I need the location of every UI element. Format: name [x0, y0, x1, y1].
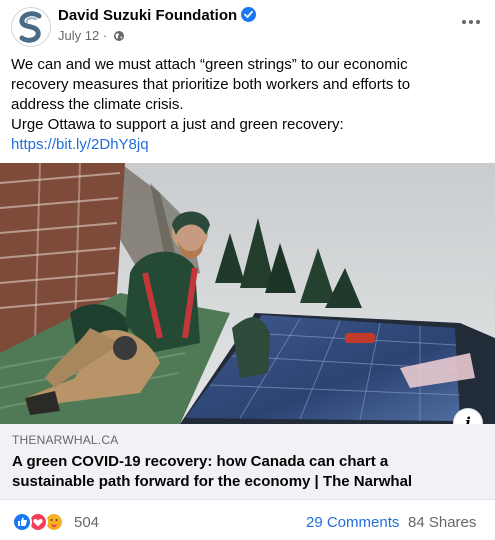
post-message: We can and we must attach “green strings… [11, 55, 485, 155]
reaction-count[interactable]: 504 [74, 514, 99, 531]
post-text-line: We can and we must attach “green strings… [11, 56, 408, 73]
post-text-line: recovery measures that prioritize both w… [11, 76, 411, 93]
link-title-line: A green COVID-19 recovery: how Canada ca… [12, 453, 389, 470]
post-date[interactable]: July 12 [58, 28, 99, 43]
more-options-icon[interactable] [459, 12, 483, 32]
post-meta: July 12 · [58, 28, 125, 43]
like-reaction-icon [12, 512, 32, 532]
page-avatar[interactable] [11, 7, 51, 47]
link-preview-image[interactable]: i [0, 163, 495, 424]
link-title-line: sustainable path forward for the economy… [12, 473, 413, 490]
engagement-bar: 504 29 Comments 84 Shares [0, 499, 495, 540]
page-name[interactable]: David Suzuki Foundation [58, 7, 257, 24]
info-label: i [465, 414, 471, 424]
verified-badge-icon [241, 7, 257, 22]
link-domain: THENARWHAL.CA [12, 433, 119, 447]
post-header: David Suzuki Foundation July 12 · [0, 0, 495, 52]
page-name-text[interactable]: David Suzuki Foundation [58, 7, 237, 24]
foundation-logo-icon [14, 10, 48, 44]
globe-icon[interactable] [113, 30, 125, 42]
post-text-line: address the climate crisis. [11, 96, 184, 113]
comments-link[interactable]: 29 Comments [306, 514, 399, 531]
link-title[interactable]: A green COVID-19 recovery: how Canada ca… [12, 452, 487, 492]
shares-link[interactable]: 84 Shares [408, 514, 476, 531]
post-text-line: Urge Ottawa to support a just and green … [11, 116, 344, 133]
meta-separator: · [102, 28, 108, 43]
link-preview-card[interactable]: THENARWHAL.CA A green COVID-19 recovery:… [0, 424, 495, 499]
post-link[interactable]: https://bit.ly/2DhY8jq [11, 136, 149, 153]
